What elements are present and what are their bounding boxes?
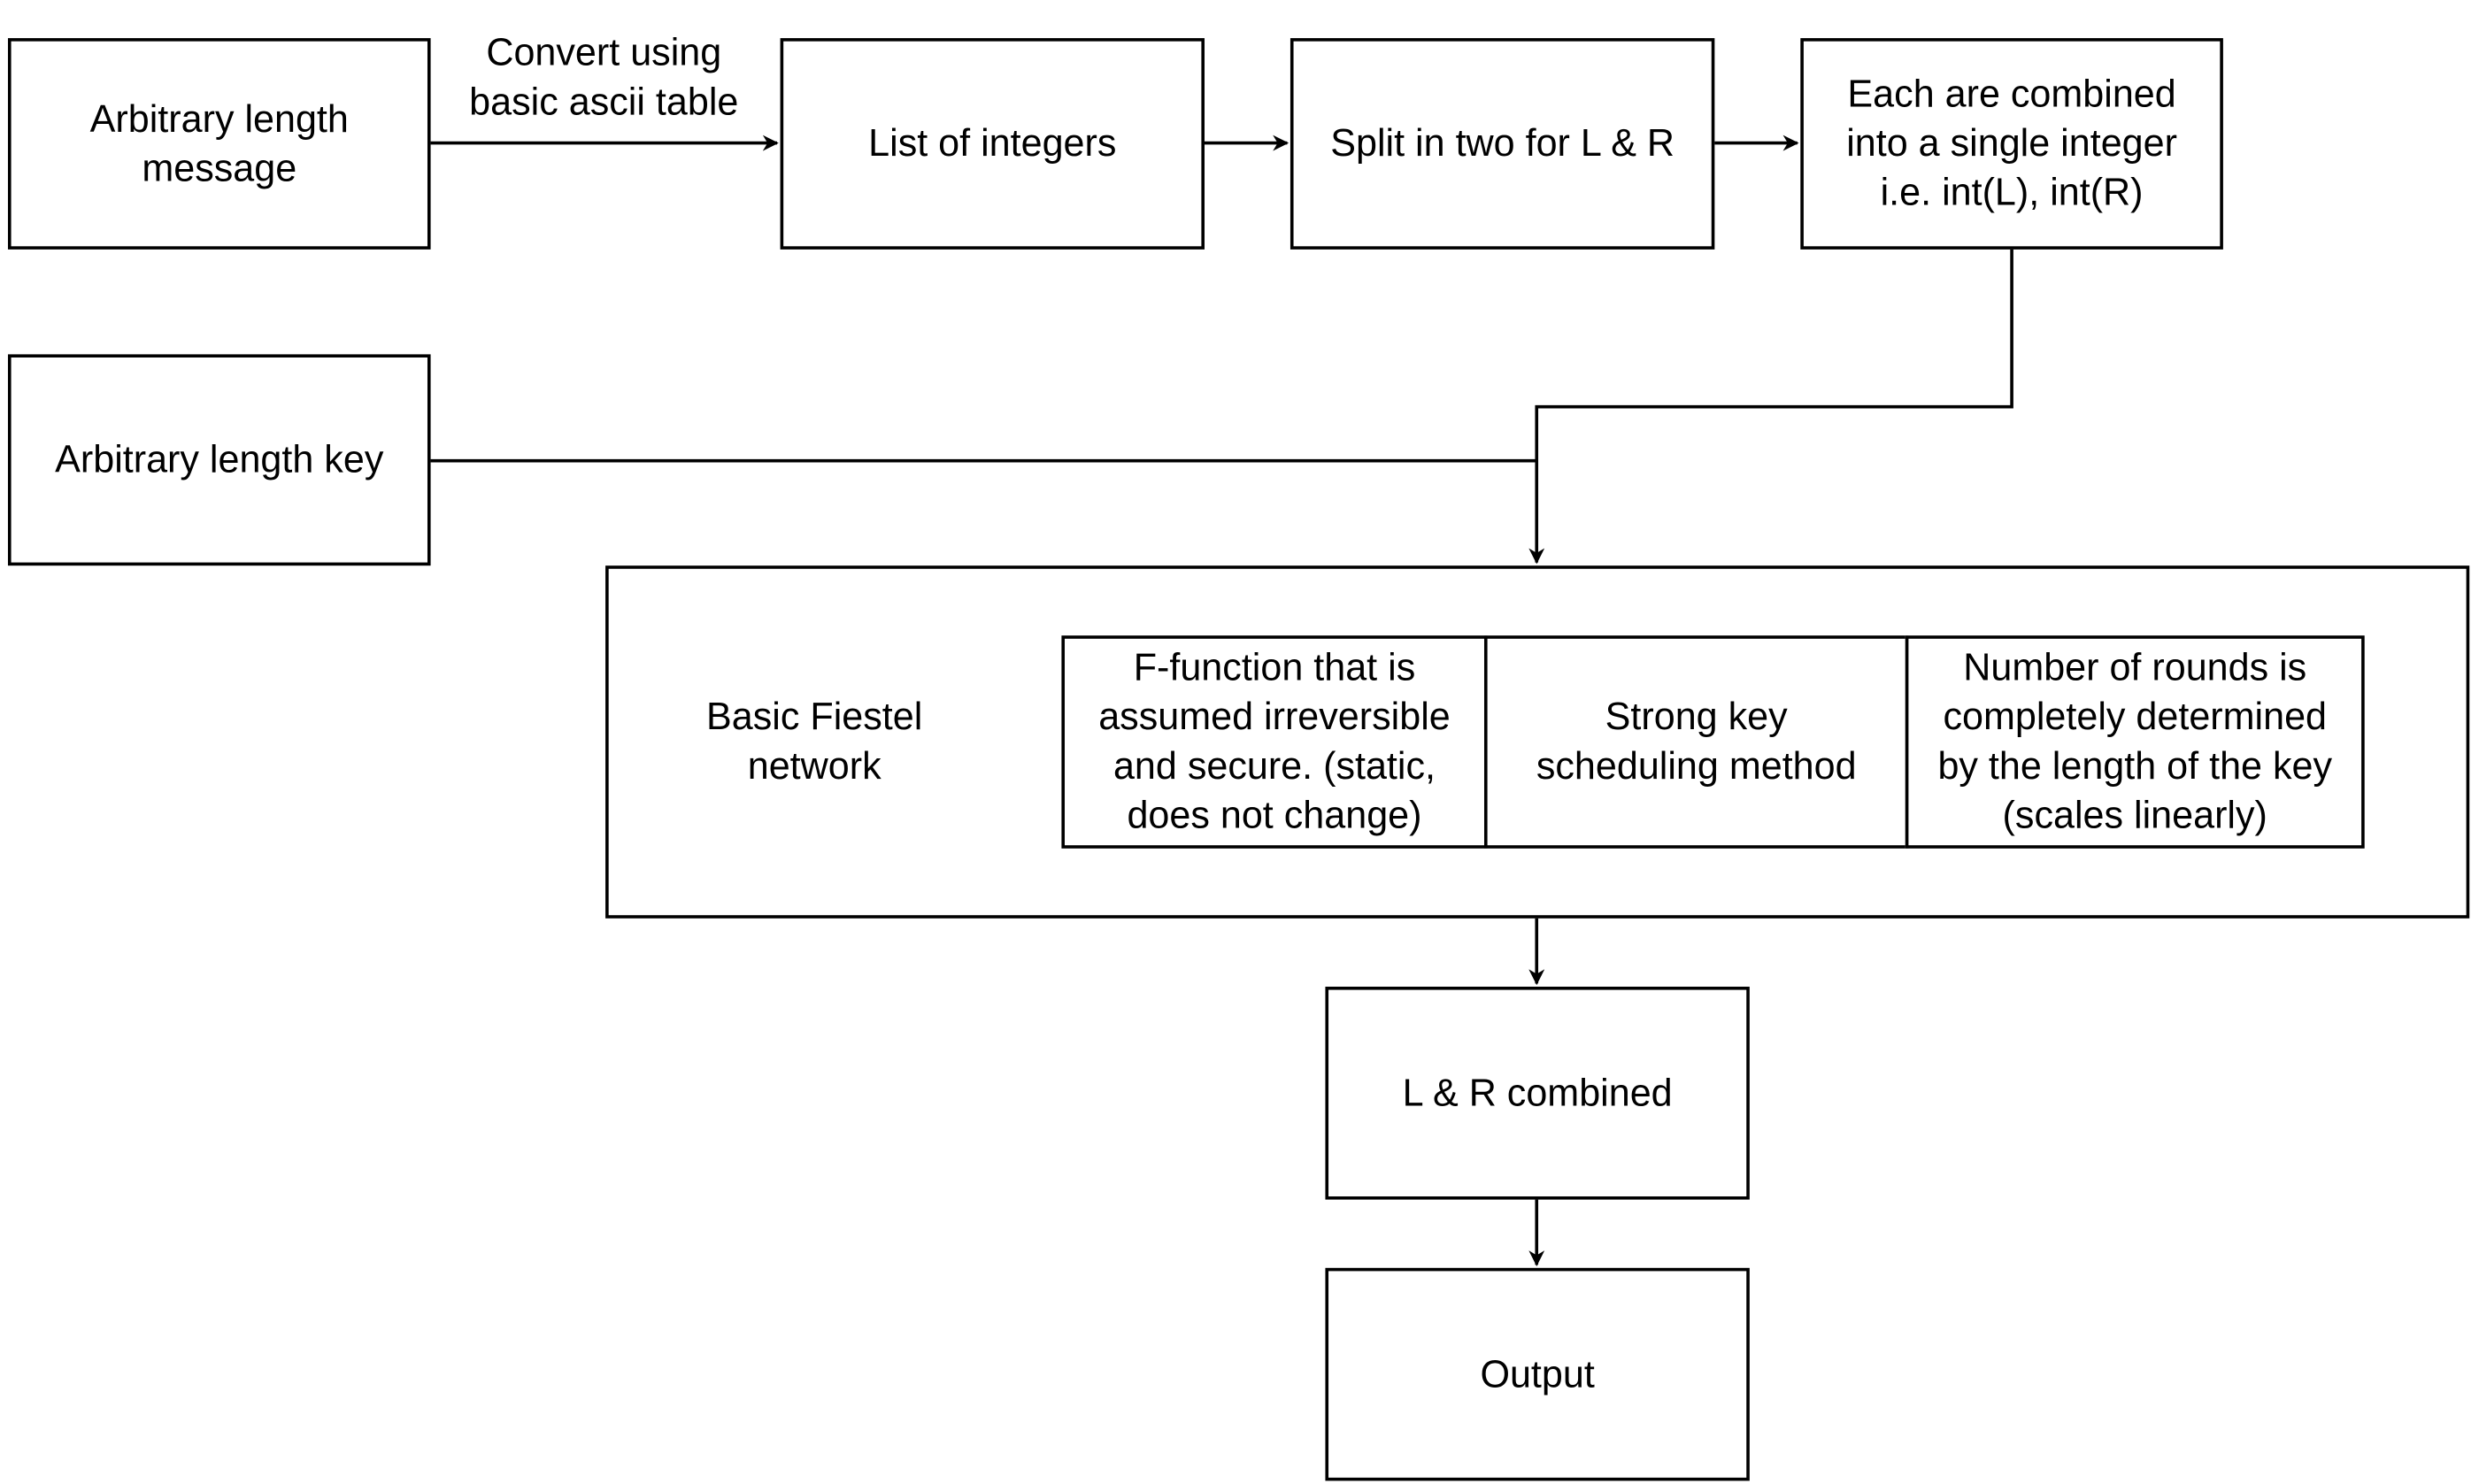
cell-key-scheduling: Strong key scheduling method — [1483, 635, 1909, 849]
edge-combine-to-network — [1528, 248, 2013, 565]
node-lr-combined: L & R combined — [1325, 987, 1750, 1200]
node-integers: List of integers — [780, 38, 1205, 250]
fiestel-network-label: Basic Fiestel network — [706, 696, 923, 788]
edge-label-convert: Convert using basic ascii table — [428, 28, 779, 127]
flowchart: Convert using basic ascii table Arbitrar… — [0, 0, 2479, 1484]
node-split: Split in two for L & R — [1290, 38, 1715, 250]
cell-rounds: Number of rounds is completely determine… — [1905, 635, 2365, 849]
node-combine: Each are combined into a single integer … — [1800, 38, 2223, 250]
node-output: Output — [1325, 1267, 1750, 1481]
node-key: Arbitrary length key — [7, 354, 431, 566]
node-message: Arbitrary length message — [7, 38, 431, 250]
cell-ffunction: F-function that is assumed irreversible … — [1061, 635, 1488, 849]
